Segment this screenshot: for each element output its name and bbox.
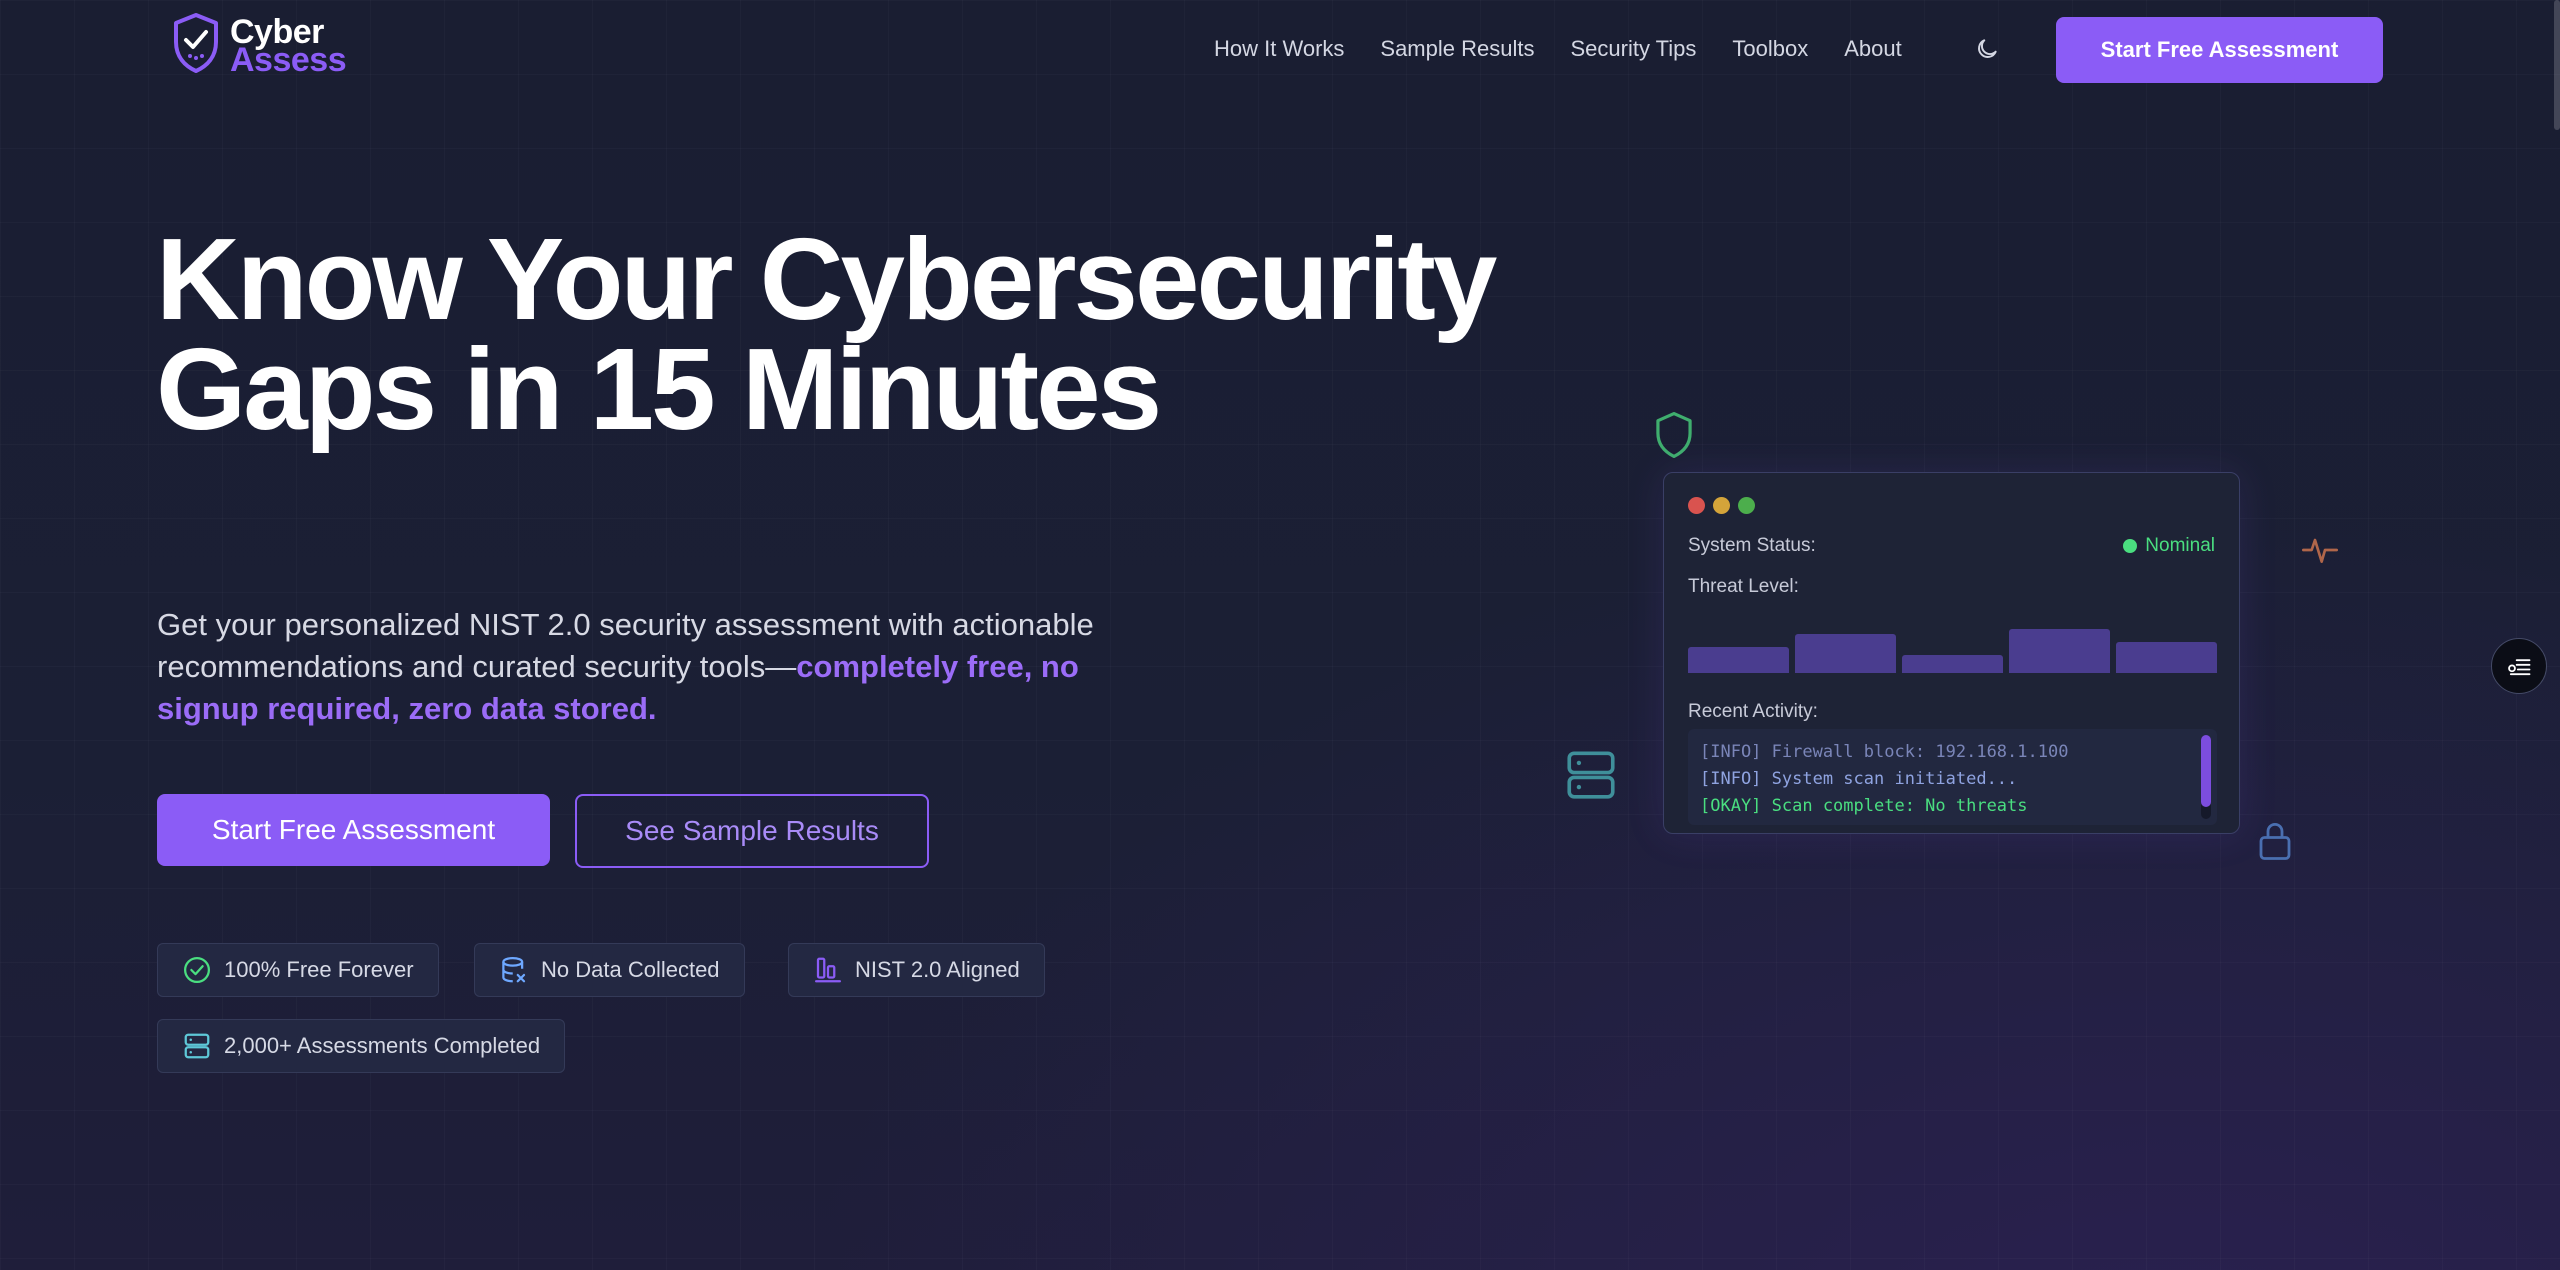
- status-indicator: Nominal: [2123, 535, 2215, 557]
- nav-security-tips[interactable]: Security Tips: [1570, 36, 1696, 62]
- bar-chart-icon: [815, 957, 841, 983]
- server-icon: [184, 1033, 210, 1059]
- floating-activity-icon: [2300, 530, 2340, 575]
- threat-bar: [1795, 634, 1896, 673]
- threat-bar: [1688, 647, 1789, 673]
- badge-assessments: 2,000+ Assessments Completed: [157, 1019, 566, 1073]
- check-circle-icon: [184, 957, 210, 983]
- main-nav: How It Works Sample Results Security Tip…: [1214, 36, 1938, 62]
- maximize-dot: [1738, 497, 1755, 514]
- nav-sample-results[interactable]: Sample Results: [1380, 36, 1534, 62]
- threat-level-chart: [1688, 623, 2217, 673]
- hero-subtitle: Get your personalized NIST 2.0 security …: [157, 604, 1157, 730]
- nav-how-it-works[interactable]: How It Works: [1214, 36, 1344, 62]
- window-controls: [1688, 497, 1755, 514]
- start-assessment-button[interactable]: Start Free Assessment: [157, 794, 550, 866]
- nav-about[interactable]: About: [1844, 36, 1902, 62]
- header-start-assessment-button[interactable]: Start Free Assessment: [2056, 17, 2383, 83]
- moon-icon: [1978, 39, 1997, 58]
- close-dot: [1688, 497, 1705, 514]
- nav-toolbox[interactable]: Toolbox: [1732, 36, 1808, 62]
- floating-shield-icon: [1652, 410, 1696, 465]
- sample-results-button[interactable]: See Sample Results: [575, 794, 929, 868]
- settings-list-icon: [2508, 659, 2531, 676]
- threat-bar: [2009, 629, 2110, 673]
- dashboard-preview: System Status: Nominal Threat Level: Rec…: [1663, 472, 2240, 834]
- log-line: [INFO] Firewall block: 192.168.1.100: [1700, 742, 2069, 762]
- badge-nist-label: NIST 2.0 Aligned: [855, 957, 1020, 982]
- log-scrollbar-thumb[interactable]: [2201, 735, 2211, 807]
- page-scrollbar[interactable]: [2554, 0, 2560, 130]
- logo[interactable]: Cyber Assess: [172, 12, 347, 79]
- threat-level-label: Threat Level:: [1688, 576, 1799, 597]
- floating-server-icon: [1562, 746, 1620, 809]
- status-led: [2123, 539, 2138, 553]
- logo-text: Cyber Assess: [230, 15, 347, 79]
- status-value: Nominal: [2145, 535, 2215, 556]
- minimize-dot: [1713, 497, 1730, 514]
- badge-assessments-label: 2,000+ Assessments Completed: [224, 1033, 541, 1058]
- floating-lock-icon: [2254, 818, 2296, 869]
- accessibility-menu-button[interactable]: [2491, 638, 2547, 694]
- badge-free-label: 100% Free Forever: [224, 957, 414, 982]
- log-line: [INFO] System scan initiated...: [1700, 769, 2018, 789]
- badge-free: 100% Free Forever: [157, 943, 439, 997]
- badge-no-data: No Data Collected: [474, 943, 745, 997]
- site-header: Cyber Assess How It Works Sample Results…: [0, 0, 2560, 100]
- hero-title: Know Your Cybersecurity Gaps in 15 Minut…: [156, 214, 1497, 454]
- threat-bar: [1902, 655, 2003, 673]
- theme-toggle-button[interactable]: [1974, 36, 2004, 66]
- system-status-label: System Status:: [1688, 535, 1816, 556]
- activity-log: [INFO] Firewall block: 192.168.1.100 [IN…: [1688, 729, 2217, 825]
- shield-check-icon: [172, 12, 220, 79]
- logo-line-2: Assess: [230, 40, 347, 79]
- badge-no-data-label: No Data Collected: [541, 957, 720, 982]
- log-line: [OKAY] Scan complete: No threats: [1700, 796, 2028, 816]
- database-icon: [502, 957, 526, 983]
- badge-nist: NIST 2.0 Aligned: [788, 943, 1045, 997]
- recent-activity-label: Recent Activity:: [1688, 701, 1818, 722]
- threat-bar: [2116, 642, 2217, 673]
